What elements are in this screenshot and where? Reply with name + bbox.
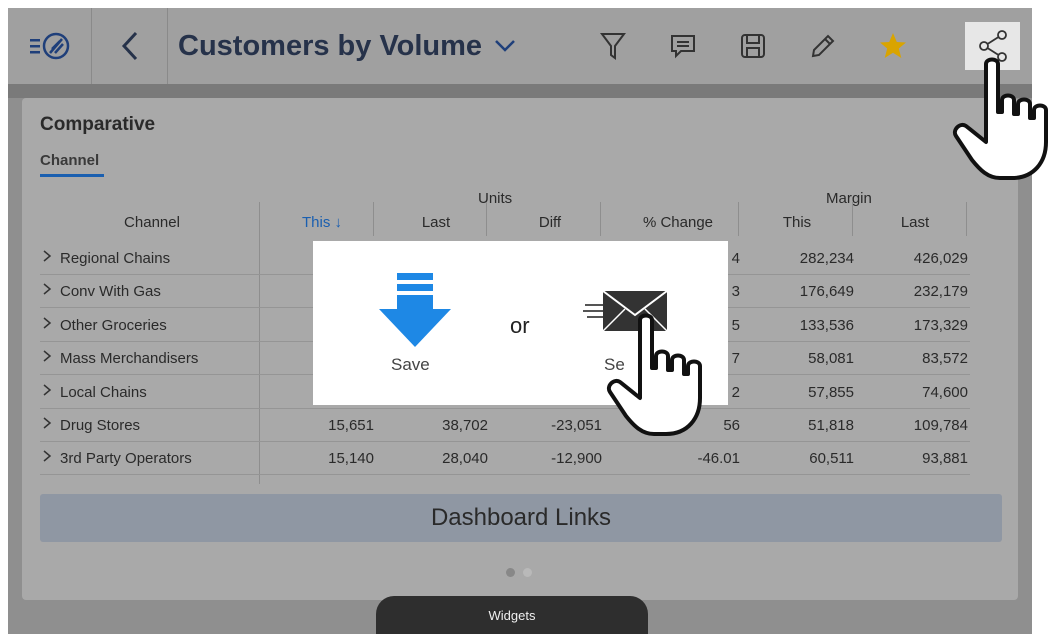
- expand-chevron-icon[interactable]: [42, 448, 52, 468]
- widgets-tab[interactable]: Widgets: [376, 596, 648, 634]
- save-dashboard-button[interactable]: [718, 21, 788, 71]
- column-header-margin-this[interactable]: This: [752, 214, 842, 231]
- row-cell-m-last: 83,572: [922, 350, 968, 368]
- download-arrow-icon: [379, 273, 451, 347]
- row-channel-name: Regional Chains: [60, 250, 171, 267]
- row-cell-last: 28,040: [442, 450, 488, 468]
- row-cell-diff: -12,900: [551, 450, 602, 468]
- comment-button[interactable]: [648, 21, 718, 71]
- favorite-star-icon: [880, 33, 906, 58]
- row-cell-m-last: 426,029: [913, 250, 968, 267]
- column-header-units-this[interactable]: This ↓: [272, 214, 372, 231]
- menu-logo-icon: [29, 32, 69, 60]
- sort-desc-icon: ↓: [334, 214, 343, 231]
- menu-button[interactable]: [8, 8, 92, 84]
- row-cell-m-this: 60,511: [809, 450, 854, 468]
- column-header-channel[interactable]: Channel: [102, 214, 202, 231]
- table-row[interactable]: Drug Stores 15,651 38,702 -23,051 56 51,818 10…: [40, 409, 970, 442]
- active-tab-indicator: [40, 174, 104, 177]
- row-cell-m-last: 173,329: [913, 316, 968, 334]
- widget-title: Comparative: [40, 114, 156, 135]
- row-cell-m-last: 109,784: [913, 417, 968, 434]
- pointing-hand-cursor-icon: [953, 57, 1048, 180]
- row-cell-this: 15,140: [328, 450, 374, 468]
- expand-chevron-icon[interactable]: [42, 415, 52, 435]
- margin-group-header: Margin: [826, 190, 872, 207]
- row-cell-m-this: 57,855: [808, 383, 854, 401]
- expand-chevron-icon[interactable]: [42, 281, 52, 301]
- pointing-hand-cursor-icon: [607, 313, 702, 436]
- row-channel-name: Other Groceries: [60, 316, 167, 334]
- table-row[interactable]: 3rd Party Operators 15,140 28,040 -12,900 -4…: [40, 442, 970, 476]
- row-cell-m-this: 176,649: [799, 283, 854, 301]
- filter-button[interactable]: [578, 21, 648, 71]
- expand-chevron-icon[interactable]: [42, 348, 52, 368]
- row-cell-pct: 2: [731, 383, 740, 401]
- top-toolbar: Customers by Volume: [8, 8, 1032, 84]
- row-cell-m-this: 58,081: [808, 350, 854, 368]
- edit-button[interactable]: [788, 21, 858, 71]
- title-dropdown-icon: [495, 40, 515, 52]
- row-cell-m-this: 282,234: [799, 250, 854, 267]
- toolbar-shadow-band: [8, 84, 1032, 98]
- column-header-pct-change[interactable]: % Change: [618, 214, 738, 231]
- favorite-button[interactable]: [858, 21, 928, 71]
- or-label: or: [510, 313, 530, 338]
- comment-icon: [671, 35, 695, 59]
- row-cell-pct: 5: [731, 316, 740, 334]
- column-header-units-diff[interactable]: Diff: [500, 214, 600, 231]
- row-cell-last: 38,702: [442, 417, 488, 434]
- column-header-units-this-label: This: [301, 214, 331, 231]
- expand-chevron-icon[interactable]: [42, 382, 52, 402]
- row-cell-m-last: 232,179: [913, 283, 968, 301]
- filter-icon: [600, 33, 626, 60]
- column-divider: [486, 202, 487, 236]
- row-cell-diff: -23,051: [551, 417, 602, 434]
- column-divider: [852, 202, 853, 236]
- dashboard-links-button[interactable]: Dashboard Links: [40, 494, 1002, 542]
- row-cell-pct: 7: [731, 350, 740, 368]
- row-cell-pct: 3: [731, 283, 740, 301]
- save-icon: [741, 34, 765, 58]
- page-indicator: [506, 568, 532, 577]
- row-channel-name: Mass Merchandisers: [60, 350, 199, 368]
- page-dot-active[interactable]: [506, 568, 515, 577]
- expand-chevron-icon[interactable]: [42, 315, 52, 335]
- dashboard-title-text: Customers by Volume: [178, 29, 483, 62]
- row-cell-pct: 4: [731, 250, 740, 267]
- toolbar-actions: [578, 8, 928, 84]
- back-icon: [121, 31, 137, 61]
- row-cell-m-this: 51,818: [808, 417, 854, 434]
- save-option-label: Save: [391, 355, 430, 374]
- back-button[interactable]: [92, 8, 168, 84]
- row-cell-m-this: 133,536: [799, 316, 854, 334]
- row-cell-pct: -46.01: [697, 450, 740, 468]
- column-header-margin-last[interactable]: Last: [870, 214, 960, 231]
- tab-channel[interactable]: Channel: [40, 152, 99, 169]
- edit-icon: [811, 34, 835, 58]
- page-dot[interactable]: [523, 568, 532, 577]
- row-channel-name: Drug Stores: [60, 417, 141, 434]
- dashboard-title[interactable]: Customers by Volume: [168, 30, 516, 63]
- column-divider: [966, 202, 967, 236]
- expand-chevron-icon[interactable]: [42, 248, 52, 268]
- row-cell-this: 15,651: [328, 417, 374, 434]
- row-cell-pct: 56: [723, 417, 740, 434]
- row-cell-m-last: 93,881: [922, 450, 968, 468]
- row-cell-m-last: 74,600: [922, 383, 968, 401]
- row-channel-name: Conv With Gas: [60, 283, 161, 301]
- row-channel-name: Local Chains: [60, 383, 147, 401]
- column-divider: [373, 202, 374, 236]
- units-group-header: Units: [478, 190, 513, 207]
- column-divider: [600, 202, 601, 236]
- column-header-units-last[interactable]: Last: [386, 214, 486, 231]
- column-divider: [738, 202, 739, 236]
- row-channel-name: 3rd Party Operators: [60, 450, 192, 468]
